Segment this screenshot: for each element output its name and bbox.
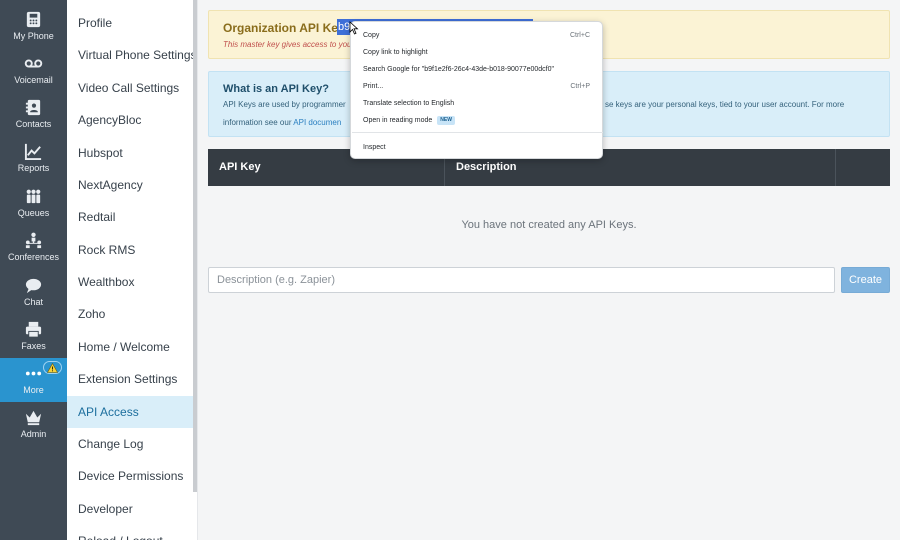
rail-item-label: Chat (23, 297, 43, 307)
subnav-item-zoho[interactable]: Zoho (67, 298, 194, 330)
context-menu-separator (352, 132, 603, 133)
context-menu-item-label: Translate selection to English (363, 100, 455, 107)
chat-icon (24, 276, 43, 295)
description-input[interactable] (208, 267, 835, 293)
rail-item-label: Queues (17, 208, 50, 218)
subnav-item-change-log[interactable]: Change Log (67, 428, 194, 460)
subnav-item-virtual-phone-settings[interactable]: Virtual Phone Settings (67, 39, 197, 71)
subnav-item-device-permissions[interactable]: Device Permissions (67, 460, 194, 492)
subnav-item-reload-logout[interactable]: Reload / Logout (67, 525, 194, 540)
context-menu-item-label: Inspect (363, 144, 386, 151)
subnav-item-api-access[interactable]: API Access (67, 396, 194, 428)
context-menu-item-print[interactable]: Print... Ctrl+P (351, 78, 602, 95)
subnav-item-video-call-settings[interactable]: Video Call Settings (67, 72, 194, 104)
context-menu-item-search-google[interactable]: Search Google for "b9f1e2f6-26c4-43de-b0… (351, 61, 602, 78)
subnav-item-home-welcome[interactable]: Home / Welcome (67, 331, 194, 363)
subnav-item-extension-settings[interactable]: Extension Settings (67, 363, 194, 395)
subnav-item-nextagency[interactable]: NextAgency (67, 169, 194, 201)
contacts-icon (24, 98, 43, 117)
subnav-item-rock-rms[interactable]: Rock RMS (67, 234, 194, 266)
icon-rail: My Phone Voicemail Contacts Reports Queu… (0, 0, 67, 540)
column-header-actions (836, 149, 890, 186)
context-menu-item-label: Copy link to highlight (363, 49, 428, 56)
context-menu-shortcut: Ctrl+P (570, 83, 590, 90)
subnav-item-developer[interactable]: Developer (67, 493, 194, 525)
context-menu-item-translate[interactable]: Translate selection to English (351, 95, 602, 112)
fax-icon (24, 320, 43, 339)
rail-item-label: Contacts (15, 119, 52, 129)
context-menu-item-label: Open in reading mode (363, 117, 433, 124)
org-api-key-note: This master key gives access to you (223, 40, 352, 49)
subnav-item-redtail[interactable]: Redtail (67, 201, 194, 233)
empty-state-message: You have not created any API Keys. (461, 219, 637, 231)
rail-item-reports[interactable]: Reports (0, 136, 67, 180)
context-menu-item-label: Print... (363, 83, 384, 90)
rail-item-chat[interactable]: Chat (0, 270, 67, 314)
org-api-key-title: Organization API Key: (223, 21, 349, 35)
context-menu-item-copy-link-to-highlight[interactable]: Copy link to highlight (351, 44, 602, 61)
conferences-icon (24, 231, 43, 250)
context-menu-item-label: Search Google for "b9f1e2f6-26c4-43de-b0… (363, 66, 554, 73)
voicemail-icon (24, 54, 43, 73)
rail-item-label: Reports (17, 163, 50, 173)
rail-item-label: Voicemail (14, 75, 53, 85)
rail-item-contacts[interactable]: Contacts (0, 92, 67, 136)
context-menu-item-reading-mode[interactable]: Open in reading mode NEW (351, 112, 602, 129)
warning-badge-icon (43, 361, 62, 374)
rail-item-label: More (23, 385, 44, 395)
phone-icon (24, 10, 43, 29)
rail-item-label: My Phone (13, 31, 54, 41)
rail-item-faxes[interactable]: Faxes (0, 314, 67, 358)
new-badge: NEW (437, 116, 455, 125)
rail-item-label: Conferences (7, 252, 60, 262)
rail-item-my-phone[interactable]: My Phone (0, 4, 67, 48)
app-window: My Phone Voicemail Contacts Reports Queu… (0, 0, 900, 540)
subnav-item-profile[interactable]: Profile (67, 7, 194, 39)
subnav-item-hubspot[interactable]: Hubspot (67, 137, 194, 169)
info-text-line-1: API Keys are used by programmer (223, 100, 346, 109)
context-menu-item-inspect[interactable]: Inspect (351, 139, 602, 156)
context-menu-item-copy[interactable]: Copy Ctrl+C (351, 27, 602, 44)
rail-item-conferences[interactable]: Conferences (0, 225, 67, 269)
subnav-item-agencybloc[interactable]: AgencyBloc (67, 104, 194, 136)
info-text-line-2: information see our API documen (223, 118, 341, 127)
queues-icon (24, 187, 43, 206)
rail-item-queues[interactable]: Queues (0, 181, 67, 225)
rail-item-label: Admin (20, 429, 47, 439)
subnav-item-wealthbox[interactable]: Wealthbox (67, 266, 194, 298)
rail-item-admin[interactable]: Admin (0, 402, 67, 446)
rail-item-voicemail[interactable]: Voicemail (0, 48, 67, 92)
context-menu: Copy Ctrl+C Copy link to highlight Searc… (350, 21, 603, 159)
info-title: What is an API Key? (223, 83, 329, 95)
admin-crown-icon (24, 408, 43, 427)
info-text-line-1-continued: se keys are your personal keys, tied to … (605, 100, 845, 109)
rail-item-more[interactable]: More (0, 358, 67, 402)
reports-icon (24, 142, 43, 161)
context-menu-shortcut: Ctrl+C (569, 32, 590, 39)
settings-subnav: Profile Virtual Phone Settings Video Cal… (67, 0, 198, 540)
api-documentation-link[interactable]: API documen (293, 118, 341, 127)
rail-item-label: Faxes (21, 341, 46, 351)
mouse-cursor-icon (349, 21, 359, 35)
more-icon (24, 364, 43, 383)
context-menu-item-label: Copy (363, 32, 380, 39)
info-text-prefix: information see our (223, 118, 294, 127)
create-button[interactable]: Create (841, 267, 890, 293)
subnav-scrollbar[interactable] (193, 0, 197, 492)
